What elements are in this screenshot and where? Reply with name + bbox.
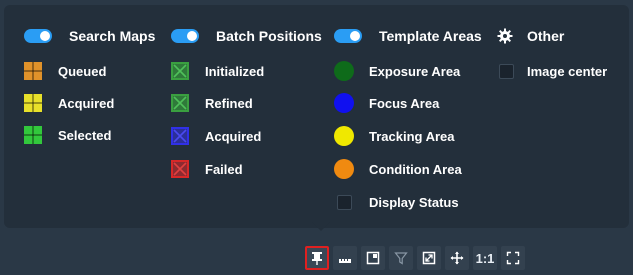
move-icon (450, 251, 464, 265)
legend-label: Queued (58, 63, 107, 79)
display-status-row[interactable]: Display Status (334, 192, 459, 212)
ruler-icon (339, 259, 351, 263)
move-button[interactable] (445, 246, 469, 270)
frame-button[interactable] (361, 246, 385, 270)
legend-label: Exposure Area (369, 63, 461, 79)
legend-label: Condition Area (369, 161, 462, 177)
display-status-checkbox[interactable] (337, 194, 352, 210)
legend-label: Focus Area (369, 95, 440, 111)
legend-item-refined: Refined (171, 93, 253, 113)
legend-item-initialized: Initialized (171, 61, 264, 81)
fit-screen-button[interactable] (501, 246, 525, 270)
legend-label: Failed (205, 161, 243, 177)
legend-label: Initialized (205, 63, 265, 79)
focus-area-dot (334, 93, 354, 113)
actual-size-icon: 1:1 (475, 250, 495, 266)
legend-label: Acquired (58, 95, 115, 111)
image-center-label: Image center (527, 63, 608, 79)
search-maps-header[interactable]: Search Maps (24, 26, 155, 46)
legend-item-failed: Failed (171, 159, 243, 179)
legend-item-queued: Queued (24, 61, 106, 81)
filter-icon (394, 252, 408, 265)
ruler-button[interactable] (333, 246, 357, 270)
legend-item-selected: Selected (24, 125, 111, 145)
image-center-checkbox[interactable] (499, 63, 514, 79)
legend-item-condition-area: Condition Area (334, 159, 462, 179)
map-toolbar: 1:1 (305, 246, 525, 270)
filter-button[interactable] (389, 246, 413, 270)
legend-label: Refined (205, 95, 253, 111)
pin-button[interactable] (305, 246, 329, 270)
failed-swatch (171, 160, 189, 178)
popover-pointer (312, 222, 330, 231)
pin-icon (312, 252, 322, 265)
fit-screen-icon (506, 251, 520, 265)
legend-item-focus-area: Focus Area (334, 93, 439, 113)
display-status-label: Display Status (369, 194, 459, 210)
legend-label: Selected (58, 127, 112, 143)
condition-area-dot (334, 159, 354, 179)
template-areas-toggle[interactable] (334, 29, 362, 43)
initialized-swatch (171, 62, 189, 80)
resize-button[interactable] (417, 246, 441, 270)
legend-item-tracking-area: Tracking Area (334, 126, 455, 146)
batch-positions-toggle[interactable] (171, 29, 199, 43)
search-maps-toggle[interactable] (24, 29, 52, 43)
legend-item-acquired: Acquired (24, 93, 114, 113)
other-header: Other (497, 26, 564, 46)
gear-icon (497, 28, 513, 44)
legend-label: Acquired (205, 128, 262, 144)
other-title: Other (527, 28, 565, 44)
batch-acquired-swatch (171, 127, 189, 145)
selected-swatch (24, 126, 42, 144)
queued-swatch (24, 62, 42, 80)
batch-positions-title: Batch Positions (216, 28, 322, 44)
exposure-area-dot (334, 61, 354, 81)
search-maps-title: Search Maps (69, 28, 156, 44)
template-areas-header[interactable]: Template Areas (334, 26, 482, 46)
legend-label: Tracking Area (369, 128, 455, 144)
resize-icon (422, 251, 436, 265)
image-center-row[interactable]: Image center (497, 61, 607, 81)
legend-panel: Search Maps Queued Acquired Selected Bat… (4, 5, 629, 228)
frame-icon (366, 251, 380, 265)
legend-item-batch-acquired: Acquired (171, 126, 261, 146)
batch-positions-header[interactable]: Batch Positions (171, 26, 322, 46)
actual-size-button[interactable]: 1:1 (473, 246, 497, 270)
refined-swatch (171, 94, 189, 112)
legend-item-exposure-area: Exposure Area (334, 61, 460, 81)
acquired-swatch (24, 94, 42, 112)
template-areas-title: Template Areas (379, 28, 482, 44)
tracking-area-dot (334, 126, 354, 146)
